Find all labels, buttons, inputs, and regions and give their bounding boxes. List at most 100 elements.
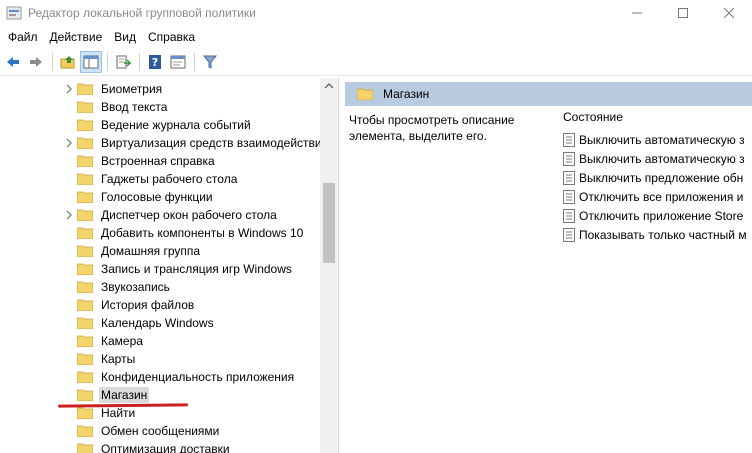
minimize-button[interactable] [614,0,660,26]
maximize-button[interactable] [660,0,706,26]
title-bar: Редактор локальной групповой политики [0,0,752,26]
toolbar-separator [139,52,140,71]
policy-setting-icon [563,170,575,185]
tree-item[interactable]: Карты [0,350,320,368]
folder-icon [77,317,93,329]
tree-item[interactable]: Диспетчер окон рабочего стола [0,206,320,224]
folder-icon [77,137,93,149]
folder-icon [77,389,93,401]
filter-button[interactable] [199,51,221,73]
tree-pane[interactable]: Биометрия Ввод текста Ведение журнала собы… [0,78,339,453]
menu-file[interactable]: Файл [2,30,44,44]
menu-bar: Файл Действие Вид Справка [0,26,752,48]
properties-button[interactable] [167,51,189,73]
tree-item[interactable]: Ведение журнала событий [0,116,320,134]
policy-tree: Биометрия Ввод текста Ведение журнала собы… [0,80,328,453]
toolbar-separator [194,52,195,71]
details-title: Магазин [383,87,430,101]
toolbar-separator [52,52,53,71]
tree-item[interactable]: Встроенная справка [0,152,320,170]
export-list-button[interactable] [112,51,134,73]
setting-row[interactable]: Отключить все приложения и [563,187,752,206]
setting-row[interactable]: Выключить предложение обн [563,168,752,187]
tree-item-label: Камера [101,334,143,348]
folder-icon [77,353,93,365]
tree-item[interactable]: Календарь Windows [0,314,320,332]
tree-item-label: Виртуализация средств взаимодействия [101,136,329,150]
folder-icon [77,263,93,275]
forward-button[interactable] [25,51,47,73]
folder-icon [77,83,93,95]
folder-icon [77,191,93,203]
tree-item[interactable]: Биометрия [0,80,320,98]
chevron-right-icon[interactable] [64,138,74,148]
help-icon: ? [149,54,161,69]
tree-item-label: Магазин [99,387,150,403]
setting-label: Выключить автоматическую з [579,151,745,166]
tree-item-label: Добавить компоненты в Windows 10 [101,226,304,240]
tree-item-label: Встроенная справка [101,154,215,168]
show-hide-tree-button[interactable] [80,50,102,73]
description-text: Чтобы просмотреть описание элемента, выд… [349,113,515,143]
folder-icon [77,335,93,347]
setting-row[interactable]: Выключить автоматическую з [563,149,752,168]
tree-item[interactable]: Камера [0,332,320,350]
svg-text:?: ? [152,56,158,69]
folder-icon [77,227,93,239]
tree-item-label: Карты [101,352,136,366]
tree-item[interactable]: Гаджеты рабочего стола [0,170,320,188]
setting-label: Выключить автоматическую з [579,132,745,147]
tree-item-label: Конфиденциальность приложения [101,370,295,384]
folder-icon [77,281,93,293]
folder-icon [77,245,93,257]
tree-item[interactable]: Запись и трансляция игр Windows [0,260,320,278]
minimize-icon [632,12,642,14]
scrollbar-thumb[interactable] [323,183,335,263]
tree-item[interactable]: Магазин [0,386,320,404]
toolbar-separator [107,52,108,71]
menu-view[interactable]: Вид [108,30,142,44]
tree-item-label: История файлов [101,298,195,312]
tree-item[interactable]: Добавить компоненты в Windows 10 [0,224,320,242]
back-button[interactable] [2,51,24,73]
policy-editor-app-icon [6,6,22,20]
close-icon [724,8,734,18]
setting-label: Отключить приложение Store [579,208,744,223]
tree-item[interactable]: Голосовые функции [0,188,320,206]
back-arrow-icon [7,56,19,67]
tree-item[interactable]: Ввод текста [0,98,320,116]
tree-item[interactable]: Найти [0,404,320,422]
tree-item[interactable]: История файлов [0,296,320,314]
help-button[interactable]: ? [144,51,166,73]
folder-icon [357,88,373,100]
setting-label: Выключить предложение обн [579,170,744,185]
chevron-right-icon[interactable] [64,210,74,220]
folder-icon [77,443,93,453]
scroll-up-icon[interactable] [324,82,334,90]
tree-item[interactable]: Обмен сообщениями [0,422,320,440]
policy-setting-icon [563,189,575,204]
menu-action[interactable]: Действие [44,30,109,44]
tree-item[interactable]: Конфиденциальность приложения [0,368,320,386]
tree-item[interactable]: Виртуализация средств взаимодействия [0,134,328,152]
tree-item-label: Биометрия [101,82,163,96]
menu-help[interactable]: Справка [142,30,201,44]
tree-scrollbar[interactable] [320,78,338,453]
toolbar: ? [0,48,752,76]
policy-setting-icon [563,132,575,147]
chevron-right-icon[interactable] [64,84,74,94]
tree-item-label: Голосовые функции [101,190,213,204]
tree-item-label: Запись и трансляция игр Windows [101,262,292,276]
tree-item[interactable]: Домашняя группа [0,242,320,260]
tree-item[interactable]: Оптимизация доставки [0,440,320,453]
up-level-button[interactable] [57,51,79,73]
setting-row[interactable]: Показывать только частный м [563,225,752,244]
close-button[interactable] [706,0,752,26]
setting-row[interactable]: Выключить автоматическую з [563,130,752,149]
up-folder-icon [60,55,75,68]
tree-item-label: Домашняя группа [101,244,201,258]
folder-icon [77,299,93,311]
setting-row[interactable]: Отключить приложение Store [563,206,752,225]
column-header-state[interactable]: Состояние [563,110,623,124]
tree-item[interactable]: Звукозапись [0,278,320,296]
